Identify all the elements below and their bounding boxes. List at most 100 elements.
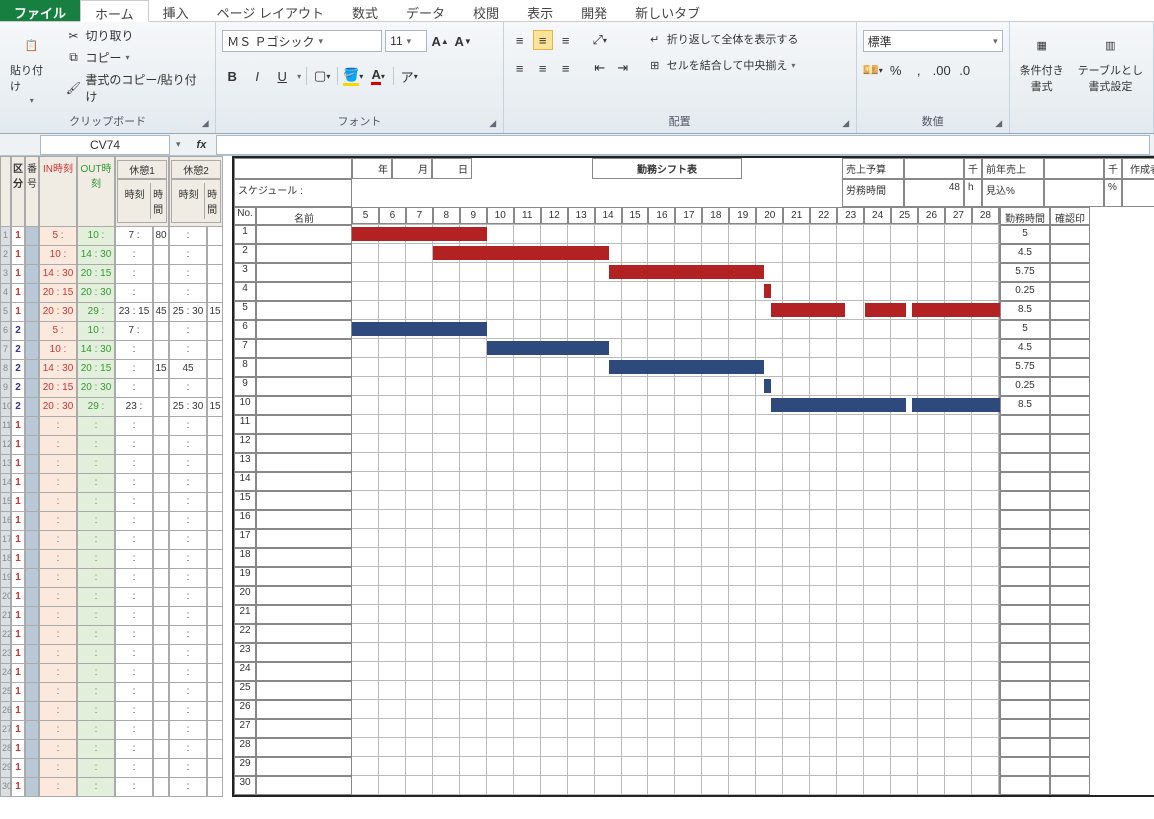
left-row[interactable]: 8 2 14 : 30 20 : 15 : 15 45 [0, 360, 223, 379]
gantt-row[interactable]: 27 [234, 719, 1154, 738]
left-row[interactable]: 29 1 : : : : [0, 759, 223, 778]
gantt-row[interactable]: 22 [234, 624, 1154, 643]
gantt-row[interactable]: 13 [234, 453, 1154, 472]
gantt-row[interactable]: 29 [234, 757, 1154, 776]
tab-view[interactable]: 表示 [513, 0, 567, 21]
tab-insert[interactable]: 挿入 [149, 0, 203, 21]
align-bottom-button[interactable]: ≡ [556, 30, 576, 50]
fx-icon[interactable]: fx [187, 139, 217, 151]
wrap-text-button[interactable]: ↵折り返して全体を表示する [645, 30, 801, 48]
left-row[interactable]: 3 1 14 : 30 20 : 15 : : [0, 265, 223, 284]
align-top-button[interactable]: ≡ [510, 30, 530, 50]
formula-bar[interactable] [216, 135, 1150, 155]
increase-indent-button[interactable]: ⇥ [613, 58, 633, 78]
tab-page-layout[interactable]: ページ レイアウト [203, 0, 338, 21]
align-left-button[interactable]: ≡ [510, 58, 530, 78]
gantt-row[interactable]: 28 [234, 738, 1154, 757]
gantt-row[interactable]: 6 5 [234, 320, 1154, 339]
number-format-combo[interactable]: 標準▾ [863, 30, 1003, 52]
gantt-row[interactable]: 7 4.5 [234, 339, 1154, 358]
currency-button[interactable]: 💴▾ [863, 60, 883, 80]
gantt-row[interactable]: 17 [234, 529, 1154, 548]
tab-developer[interactable]: 開発 [567, 0, 621, 21]
left-row[interactable]: 23 1 : : : : [0, 645, 223, 664]
gantt-row[interactable]: 21 [234, 605, 1154, 624]
left-row[interactable]: 7 2 10 : 14 : 30 : : [0, 341, 223, 360]
gantt-row[interactable]: 11 [234, 415, 1154, 434]
tab-file[interactable]: ファイル [0, 0, 80, 21]
font-size-combo[interactable]: 11▾ [385, 30, 427, 52]
comma-button[interactable]: , [909, 60, 929, 80]
left-row[interactable]: 18 1 : : : : [0, 550, 223, 569]
italic-button[interactable]: I [247, 66, 267, 86]
align-right-button[interactable]: ≡ [556, 58, 576, 78]
percent-button[interactable]: % [886, 60, 906, 80]
worksheet[interactable]: 区 分 番 号 IN時刻 OUT時刻 休憩1時刻時間 休憩2時刻時間 1 1 5… [0, 156, 1154, 816]
cut-button[interactable]: ✂切り取り [64, 26, 210, 45]
gantt-row[interactable]: 4 0.25 [234, 282, 1154, 301]
gantt-row[interactable]: 3 5.75 [234, 263, 1154, 282]
align-middle-button[interactable]: ≡ [533, 30, 553, 50]
grow-font-button[interactable]: A▲ [430, 31, 450, 51]
merge-center-button[interactable]: ⊞セルを結合して中央揃え ▾ [645, 56, 801, 74]
shrink-font-button[interactable]: A▼ [453, 31, 473, 51]
left-row[interactable]: 5 1 20 : 30 29 : 23 : 15 45 25 : 30 15 [0, 303, 223, 322]
gantt-row[interactable]: 24 [234, 662, 1154, 681]
left-row[interactable]: 2 1 10 : 14 : 30 : : [0, 246, 223, 265]
left-row[interactable]: 4 1 20 : 15 20 : 30 : : [0, 284, 223, 303]
left-row[interactable]: 20 1 : : : : [0, 588, 223, 607]
left-row[interactable]: 12 1 : : : : [0, 436, 223, 455]
decrease-indent-button[interactable]: ⇤ [590, 58, 610, 78]
gantt-row[interactable]: 14 [234, 472, 1154, 491]
gantt-row[interactable]: 15 [234, 491, 1154, 510]
border-button[interactable]: ▢▾ [312, 66, 332, 86]
name-box[interactable]: CV74 [40, 135, 170, 155]
gantt-row[interactable]: 8 5.75 [234, 358, 1154, 377]
phonetic-button[interactable]: ア▾ [399, 66, 419, 86]
gantt-row[interactable]: 23 [234, 643, 1154, 662]
left-row[interactable]: 26 1 : : : : [0, 702, 223, 721]
paste-button[interactable]: 📋 貼り付け ▾ [6, 26, 58, 111]
left-row[interactable]: 6 2 5 : 10 : 7 : : [0, 322, 223, 341]
tab-data[interactable]: データ [392, 0, 459, 21]
left-row[interactable]: 9 2 20 : 15 20 : 30 : : [0, 379, 223, 398]
gantt-row[interactable]: 16 [234, 510, 1154, 529]
format-as-table-button[interactable]: ▥ テーブルとし 書式設定 [1074, 26, 1147, 115]
left-row[interactable]: 10 2 20 : 30 29 : 23 : 25 : 30 15 [0, 398, 223, 417]
gantt-row[interactable]: 26 [234, 700, 1154, 719]
gantt-row[interactable]: 1 5 [234, 225, 1154, 244]
gantt-row[interactable]: 18 [234, 548, 1154, 567]
tab-home[interactable]: ホーム [80, 0, 149, 22]
bold-button[interactable]: B [222, 66, 242, 86]
gantt-row[interactable]: 10 8.5 [234, 396, 1154, 415]
fill-color-button[interactable]: 🪣▾ [343, 66, 363, 86]
number-launcher[interactable]: ◢ [992, 116, 1006, 130]
tab-review[interactable]: 校閲 [459, 0, 513, 21]
left-row[interactable]: 30 1 : : : : [0, 778, 223, 797]
left-row[interactable]: 14 1 : : : : [0, 474, 223, 493]
gantt-row[interactable]: 5 8.5 [234, 301, 1154, 320]
underline-button[interactable]: U [272, 66, 292, 86]
gantt-row[interactable]: 2 4.5 [234, 244, 1154, 263]
left-row[interactable]: 11 1 : : : : [0, 417, 223, 436]
left-row[interactable]: 19 1 : : : : [0, 569, 223, 588]
left-row[interactable]: 16 1 : : : : [0, 512, 223, 531]
gantt-row[interactable]: 12 [234, 434, 1154, 453]
gantt-row[interactable]: 30 [234, 776, 1154, 795]
left-row[interactable]: 13 1 : : : : [0, 455, 223, 474]
orientation-button[interactable]: ⤢▾ [590, 30, 610, 50]
increase-decimal-button[interactable]: .00 [932, 60, 952, 80]
tab-new[interactable]: 新しいタブ [621, 0, 714, 21]
left-row[interactable]: 17 1 : : : : [0, 531, 223, 550]
gantt-row[interactable]: 19 [234, 567, 1154, 586]
gantt-row[interactable]: 25 [234, 681, 1154, 700]
left-row[interactable]: 27 1 : : : : [0, 721, 223, 740]
font-color-button[interactable]: A▾ [368, 66, 388, 86]
clipboard-launcher[interactable]: ◢ [198, 116, 212, 130]
left-row[interactable]: 1 1 5 : 10 : 7 : 80 : [0, 227, 223, 246]
alignment-launcher[interactable]: ◢ [839, 116, 853, 130]
font-family-combo[interactable]: ＭＳ Ｐゴシック▾ [222, 30, 382, 52]
format-painter-button[interactable]: 🖌書式のコピー/貼り付け [64, 70, 210, 106]
left-row[interactable]: 24 1 : : : : [0, 664, 223, 683]
left-row[interactable]: 22 1 : : : : [0, 626, 223, 645]
